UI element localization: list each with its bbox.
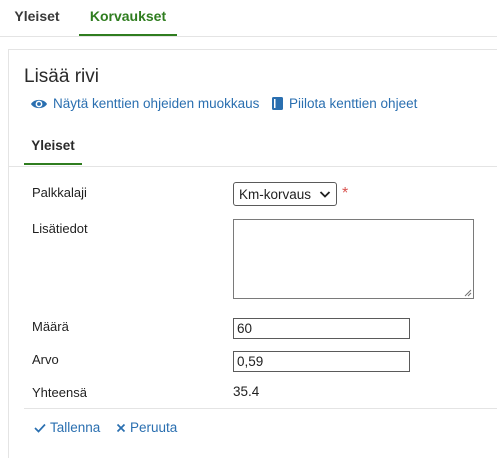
show-help-edit-link[interactable]: Näytä kenttien ohjeiden muokkaus bbox=[30, 96, 259, 111]
divider bbox=[24, 408, 497, 409]
tab-korvaukset[interactable]: Korvaukset bbox=[79, 0, 177, 36]
hide-help-label: Piilota kenttien ohjeet bbox=[289, 96, 418, 111]
save-label: Tallenna bbox=[50, 420, 101, 435]
yhteensa-label: Yhteensä bbox=[32, 385, 87, 400]
hide-help-link[interactable]: Piilota kenttien ohjeet bbox=[271, 96, 417, 111]
close-icon bbox=[116, 423, 126, 433]
maara-label: Määrä bbox=[32, 319, 69, 334]
lisatiedot-textarea[interactable] bbox=[233, 219, 474, 299]
tab-yleiset[interactable]: Yleiset bbox=[8, 0, 66, 34]
eye-icon bbox=[31, 99, 47, 109]
arvo-input[interactable]: 0,59 bbox=[233, 351, 410, 372]
arvo-label: Arvo bbox=[32, 352, 59, 367]
cancel-label: Peruuta bbox=[130, 420, 178, 435]
lisatiedot-label: Lisätiedot bbox=[32, 221, 88, 236]
top-tab-bar: Yleiset Korvaukset bbox=[0, 0, 497, 37]
resize-grip-icon[interactable] bbox=[463, 288, 472, 297]
show-help-edit-label: Näytä kenttien ohjeiden muokkaus bbox=[53, 96, 260, 111]
page-title: Lisää rivi bbox=[24, 66, 99, 87]
inner-tab-bar: Yleiset bbox=[9, 132, 497, 167]
palkkalaji-label: Palkkalaji bbox=[32, 185, 87, 200]
cancel-button[interactable]: Peruuta bbox=[116, 420, 177, 435]
required-marker: * bbox=[342, 185, 349, 202]
check-icon bbox=[34, 423, 46, 433]
add-row-panel: Lisää rivi Näytä kenttien ohjeiden muokk… bbox=[8, 49, 497, 458]
palkkalaji-select[interactable]: Km-korvaus bbox=[233, 182, 337, 206]
yhteensa-value: 35.4 bbox=[233, 384, 260, 399]
inner-tab-yleiset[interactable]: Yleiset bbox=[24, 132, 82, 165]
book-icon bbox=[272, 97, 283, 110]
save-button[interactable]: Tallenna bbox=[34, 420, 100, 435]
maara-input[interactable]: 60 bbox=[233, 318, 410, 339]
palkkalaji-value: Km-korvaus bbox=[239, 187, 312, 202]
chevron-down-icon bbox=[319, 191, 331, 198]
